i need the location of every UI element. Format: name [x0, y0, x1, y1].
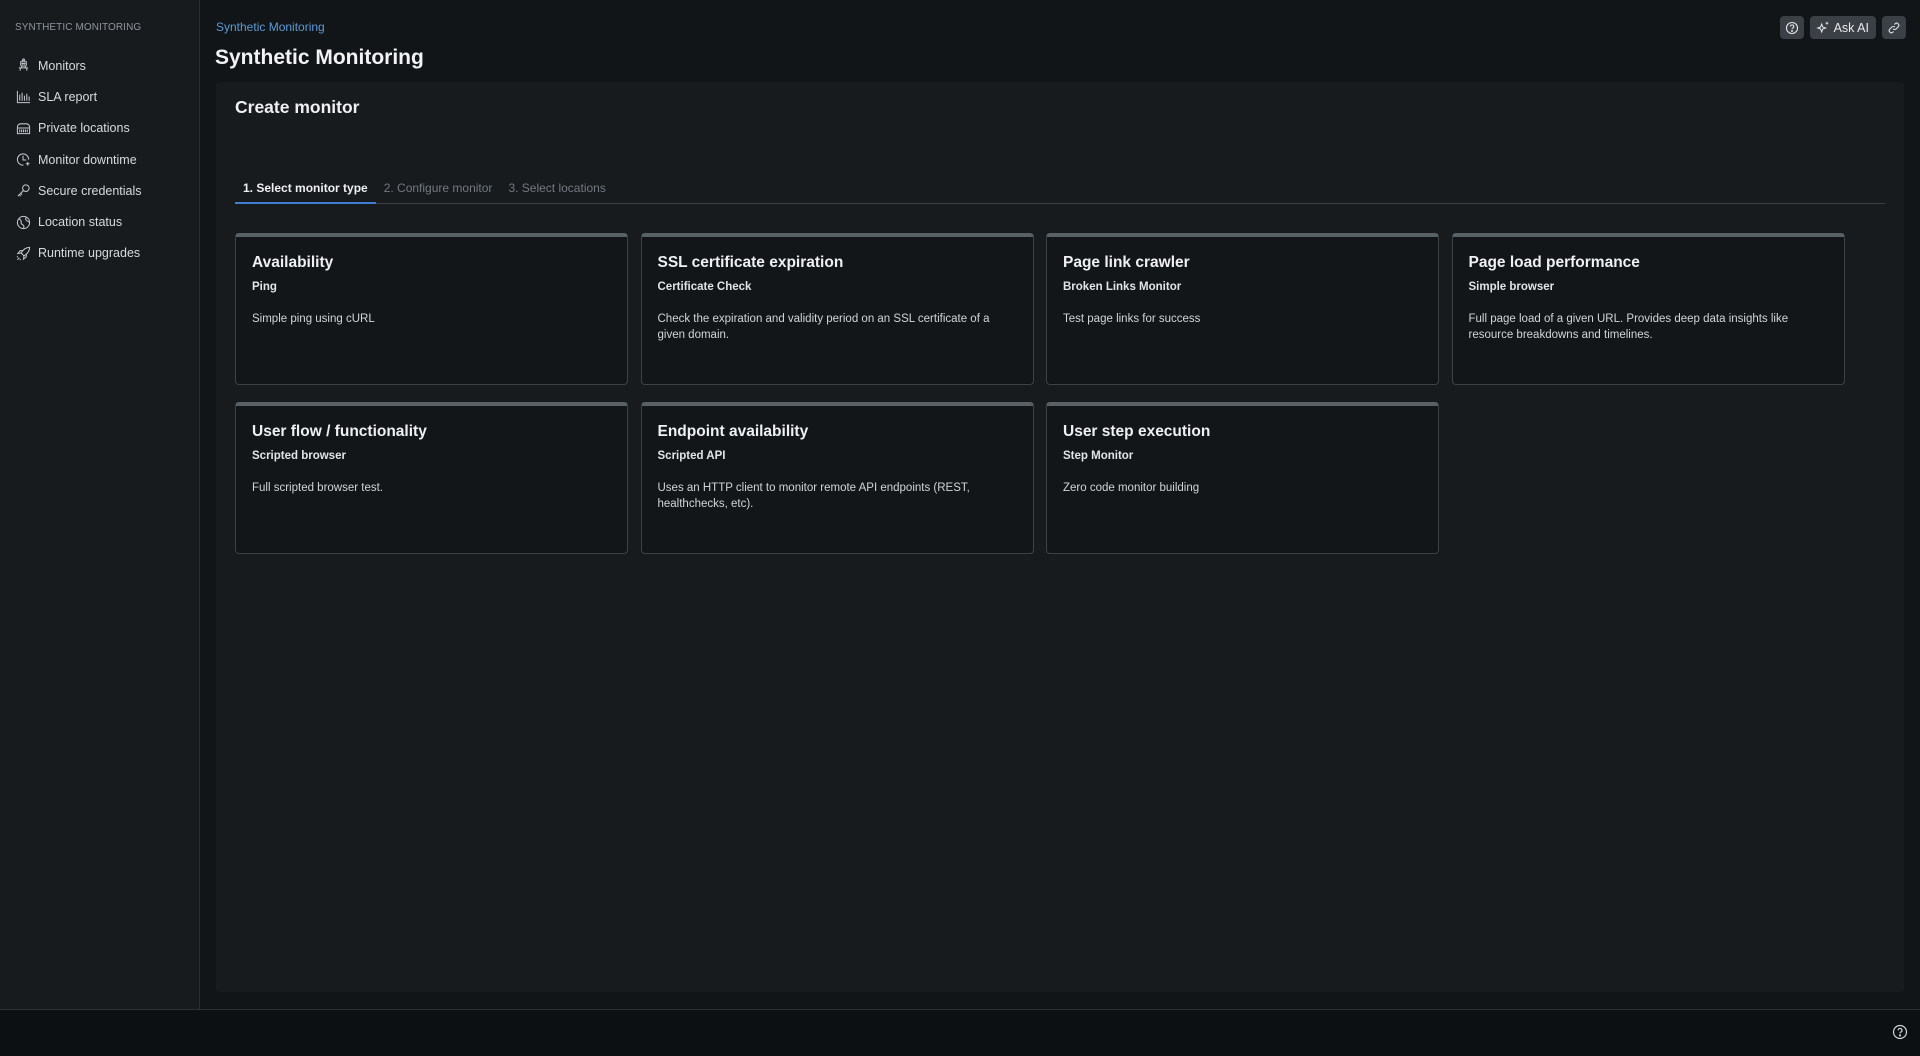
card-description: Zero code monitor building	[1063, 482, 1200, 494]
help-button[interactable]	[1779, 16, 1804, 39]
card-subtitle: Scripted browser	[252, 450, 346, 462]
sidebar-item-monitor-downtime[interactable]: Monitor downtime	[0, 144, 199, 175]
sidebar-item-label: Secure credentials	[38, 183, 142, 198]
monitor-type-card-availability[interactable]: Availability Ping Simple ping using cURL	[235, 233, 628, 385]
building-icon	[15, 120, 31, 136]
monitor-type-card-user-flow[interactable]: User flow / functionality Scripted brows…	[235, 402, 628, 554]
wizard-steps: 1. Select monitor type 2. Configure moni…	[235, 180, 1885, 204]
app: Synthetic Monitoring Monitors SLA report…	[0, 0, 1920, 1056]
tab-select-monitor-type[interactable]: 1. Select monitor type	[235, 180, 376, 204]
top-actions: Ask AI	[1779, 16, 1906, 39]
bar-chart-icon	[15, 89, 31, 105]
globe-icon	[15, 214, 31, 230]
sidebar: Synthetic Monitoring Monitors SLA report…	[0, 0, 200, 1009]
sidebar-item-label: Location status	[38, 215, 123, 230]
help-icon	[1785, 21, 1799, 35]
card-title: SSL certificate expiration	[657, 254, 844, 271]
clock-plus-icon	[15, 152, 31, 168]
card-title: Page link crawler	[1063, 254, 1190, 271]
sidebar-item-sla-report[interactable]: SLA report	[0, 81, 199, 112]
card-subtitle: Simple browser	[1468, 281, 1555, 293]
monitor-type-card-user-step-execution[interactable]: User step execution Step Monitor Zero co…	[1046, 402, 1439, 554]
sidebar-item-label: Monitor downtime	[38, 152, 137, 167]
card-subtitle: Scripted API	[657, 450, 726, 462]
panel-title: Create monitor	[235, 97, 360, 117]
card-subtitle: Step Monitor	[1063, 450, 1134, 462]
sidebar-item-runtime-upgrades[interactable]: Runtime upgrades	[0, 238, 199, 269]
ask-ai-button[interactable]: Ask AI	[1809, 16, 1876, 39]
card-title: User flow / functionality	[252, 423, 427, 440]
bottom-help-button[interactable]	[1892, 1024, 1908, 1040]
main-content: Synthetic Monitoring Synthetic Monitorin…	[200, 0, 1920, 1009]
help-icon	[1892, 1024, 1908, 1040]
card-subtitle: Ping	[252, 281, 277, 293]
monitor-robot-icon	[15, 58, 31, 74]
sparkle-icon	[1815, 21, 1830, 35]
sidebar-item-label: Private locations	[38, 121, 130, 136]
card-description: Check the expiration and validity period…	[657, 313, 990, 341]
monitor-type-card-page-load-performance[interactable]: Page load performance Simple browser Ful…	[1451, 233, 1845, 385]
card-title: Page load performance	[1468, 254, 1640, 271]
card-description: Uses an HTTP client to monitor remote AP…	[657, 482, 970, 510]
sidebar-item-monitors[interactable]: Monitors	[0, 50, 199, 81]
monitor-type-card-page-link-crawler[interactable]: Page link crawler Broken Links Monitor T…	[1046, 233, 1439, 385]
tab-select-locations[interactable]: 3. Select locations	[500, 180, 613, 204]
sidebar-heading: Synthetic Monitoring	[15, 22, 142, 33]
card-description: Simple ping using cURL	[252, 313, 375, 325]
sidebar-item-location-status[interactable]: Location status	[0, 206, 199, 237]
monitor-type-card-ssl-certificate[interactable]: SSL certificate expiration Certificate C…	[640, 233, 1034, 385]
monitor-type-grid: Availability Ping Simple ping using cURL…	[235, 233, 1845, 554]
copy-link-button[interactable]	[1882, 16, 1906, 39]
link-icon	[1887, 21, 1901, 35]
sidebar-item-label: SLA report	[38, 89, 98, 104]
sidebar-item-private-locations[interactable]: Private locations	[0, 113, 199, 144]
create-monitor-panel: Create monitor 1. Select monitor type 2.…	[216, 82, 1904, 992]
monitor-type-card-endpoint-availability[interactable]: Endpoint availability Scripted API Uses …	[640, 402, 1034, 554]
sidebar-item-label: Runtime upgrades	[38, 246, 141, 261]
rocket-icon	[15, 245, 31, 261]
bottom-bar	[0, 1009, 1920, 1056]
page-title: Synthetic Monitoring	[215, 46, 424, 69]
card-subtitle: Broken Links Monitor	[1063, 281, 1182, 293]
key-icon	[15, 183, 31, 199]
card-title: User step execution	[1063, 423, 1211, 440]
card-title: Endpoint availability	[657, 423, 809, 440]
card-title: Availability	[252, 254, 334, 271]
ask-ai-label: Ask AI	[1833, 20, 1869, 35]
card-description: Full page load of a given URL. Provides …	[1468, 313, 1789, 341]
sidebar-item-label: Monitors	[38, 58, 86, 73]
card-description: Test page links for success	[1063, 313, 1201, 325]
tab-configure-monitor[interactable]: 2. Configure monitor	[376, 180, 501, 204]
card-subtitle: Certificate Check	[657, 281, 752, 293]
sidebar-nav: Monitors SLA report Private locations Mo…	[0, 50, 199, 269]
breadcrumb[interactable]: Synthetic Monitoring	[216, 20, 325, 34]
card-description: Full scripted browser test.	[252, 482, 384, 494]
sidebar-item-secure-credentials[interactable]: Secure credentials	[0, 175, 199, 206]
